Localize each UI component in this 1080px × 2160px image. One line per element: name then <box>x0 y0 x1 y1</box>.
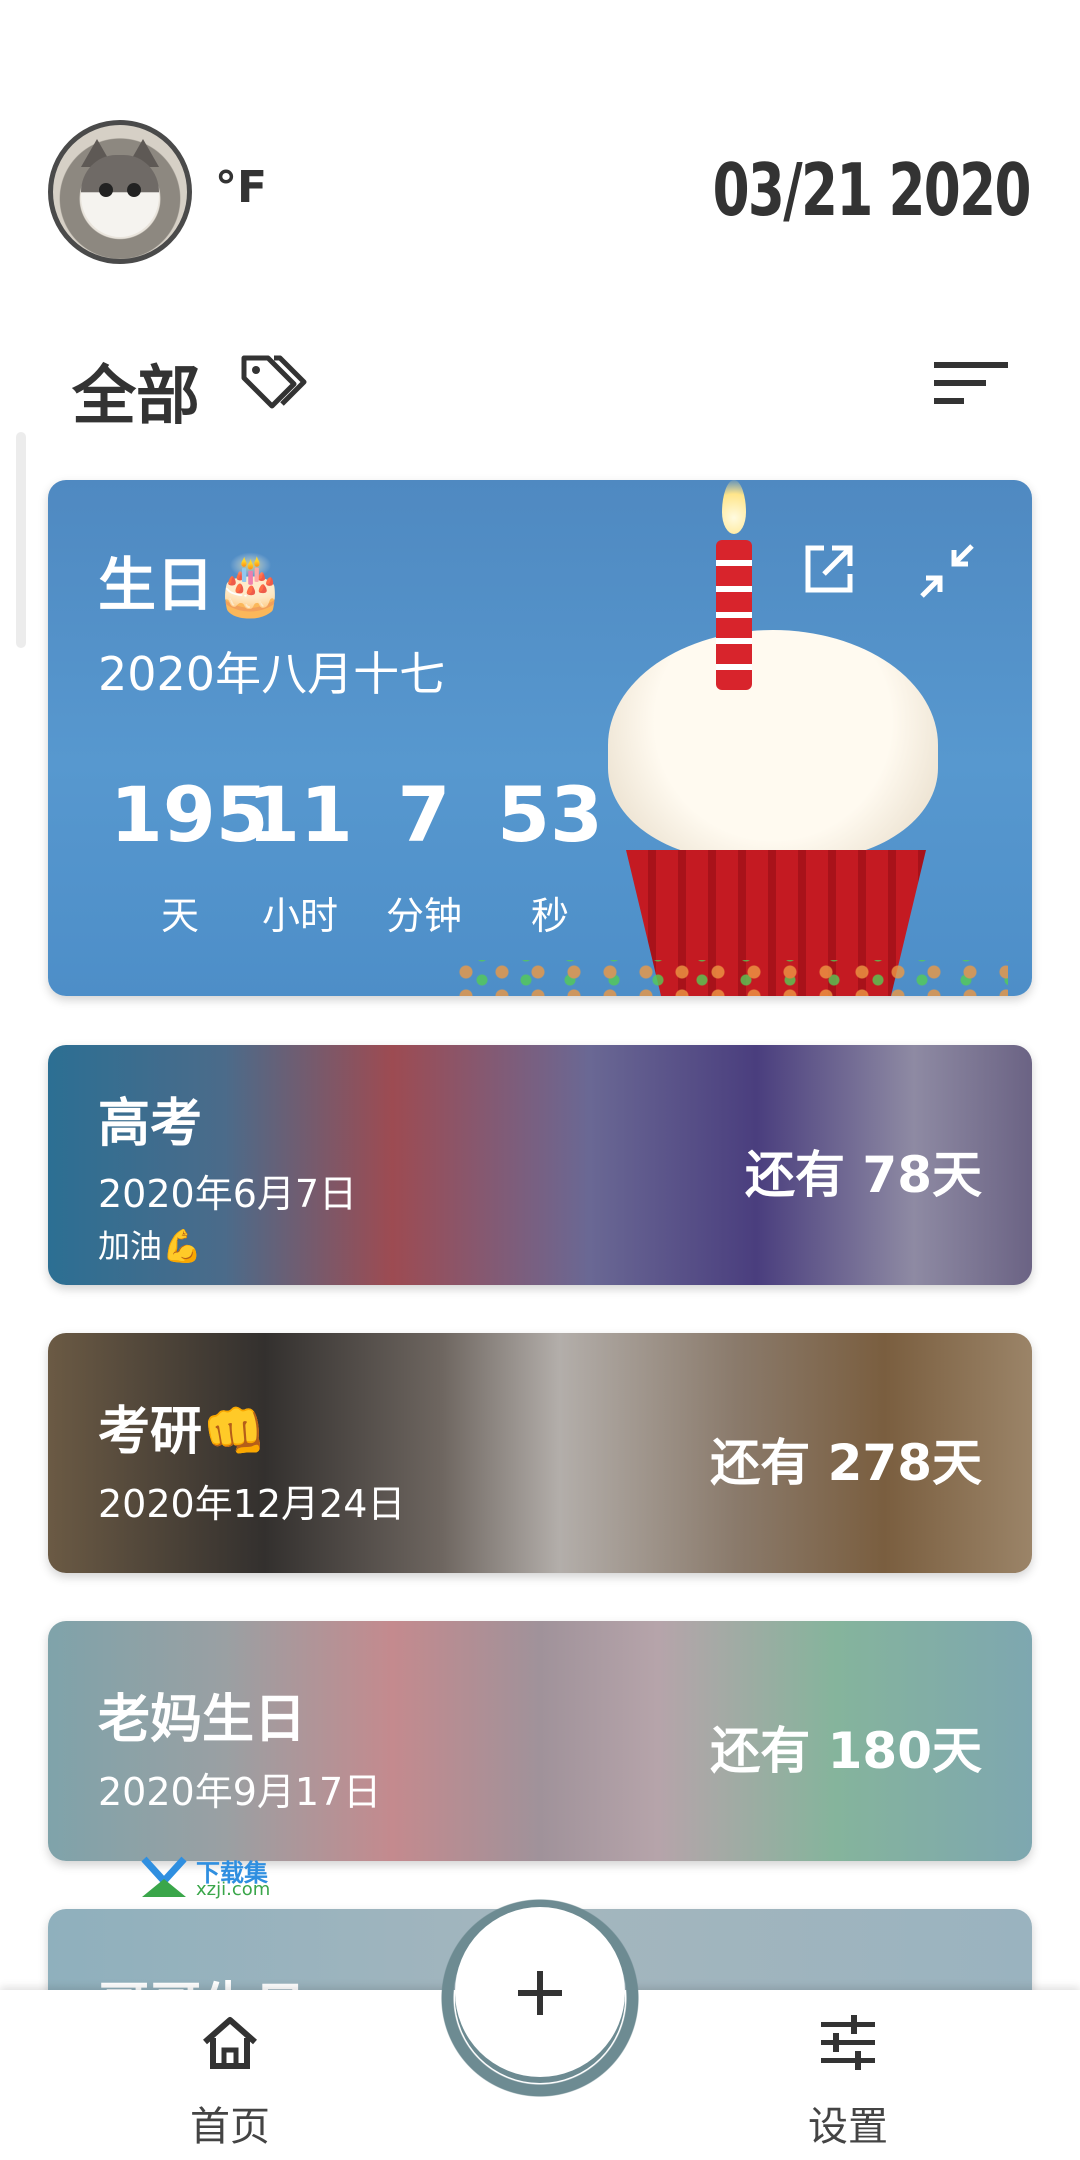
tag-icon[interactable] <box>238 350 308 410</box>
event-card-gaokao[interactable]: 高考 2020年6月7日 加油💪 还有 78天 <box>48 1045 1032 1285</box>
countdown-seconds-value: 53 <box>497 770 603 859</box>
days-remaining: 还有 78天 <box>745 1146 982 1204</box>
nav-settings[interactable]: 设置 <box>748 2010 948 2152</box>
event-title: 考研👊 <box>98 1402 267 1462</box>
event-date: 2020年八月十七 <box>98 647 446 701</box>
watermark-url: xzji.com <box>196 1879 271 1900</box>
scroll-indicator <box>16 432 26 648</box>
candle <box>716 540 752 690</box>
countdown-hours-value: 11 <box>247 770 353 859</box>
settings-sliders-icon <box>821 2015 875 2070</box>
event-note: 加油💪 <box>98 1227 202 1265</box>
temperature-unit[interactable]: °F <box>215 162 267 213</box>
event-card-mom-birthday[interactable]: 老妈生日 2020年9月17日 还有 180天 <box>48 1621 1032 1861</box>
event-title: 高考 <box>98 1094 203 1154</box>
cupcake-frosting <box>608 630 938 860</box>
nav-home[interactable]: 首页 <box>130 2010 330 2152</box>
countdown-hours-label: 小时 <box>261 894 338 938</box>
sprinkles <box>448 960 1008 996</box>
current-date: 03/21 2020 <box>712 148 1032 232</box>
candle-flame <box>722 480 746 534</box>
countdown-minutes-value: 7 <box>397 770 451 859</box>
event-card-kaoyan[interactable]: 考研👊 2020年12月24日 还有 278天 <box>48 1333 1032 1573</box>
share-external-icon[interactable] <box>800 542 856 598</box>
event-card-birthday[interactable]: 生日🎂 2020年八月十七 195 11 7 53 天 小时 分钟 秒 <box>48 480 1032 996</box>
cat-eye-left <box>99 183 113 197</box>
event-date: 2020年9月17日 <box>98 1770 382 1814</box>
nav-settings-label: 设置 <box>808 2104 888 2150</box>
plus-icon-vertical <box>537 1971 543 2015</box>
event-date: 2020年12月24日 <box>98 1482 406 1526</box>
category-filter-label[interactable]: 全部 <box>72 345 200 437</box>
countdown-seconds-label: 秒 <box>530 894 569 938</box>
countdown-minutes-label: 分钟 <box>385 894 462 938</box>
days-remaining: 还有 278天 <box>710 1434 982 1492</box>
event-date: 2020年6月7日 <box>98 1172 358 1216</box>
add-event-button[interactable] <box>455 1907 625 2077</box>
watermark-logo: 下载集 xzji.com <box>138 1853 288 1903</box>
collapse-icon[interactable] <box>918 542 976 600</box>
event-title: 生日🎂 <box>98 551 287 619</box>
countdown-days-value: 195 <box>110 770 269 859</box>
nav-home-label: 首页 <box>190 2104 270 2150</box>
cat-eye-right <box>127 183 141 197</box>
home-icon <box>203 2017 257 2069</box>
days-remaining: 还有 180天 <box>710 1722 982 1780</box>
cat-face <box>81 155 159 237</box>
event-title: 老妈生日 <box>98 1690 307 1750</box>
watermark-x-icon <box>141 1856 187 1897</box>
avatar[interactable] <box>48 120 192 264</box>
countdown-days-label: 天 <box>160 894 199 938</box>
sort-icon[interactable] <box>934 358 1008 408</box>
